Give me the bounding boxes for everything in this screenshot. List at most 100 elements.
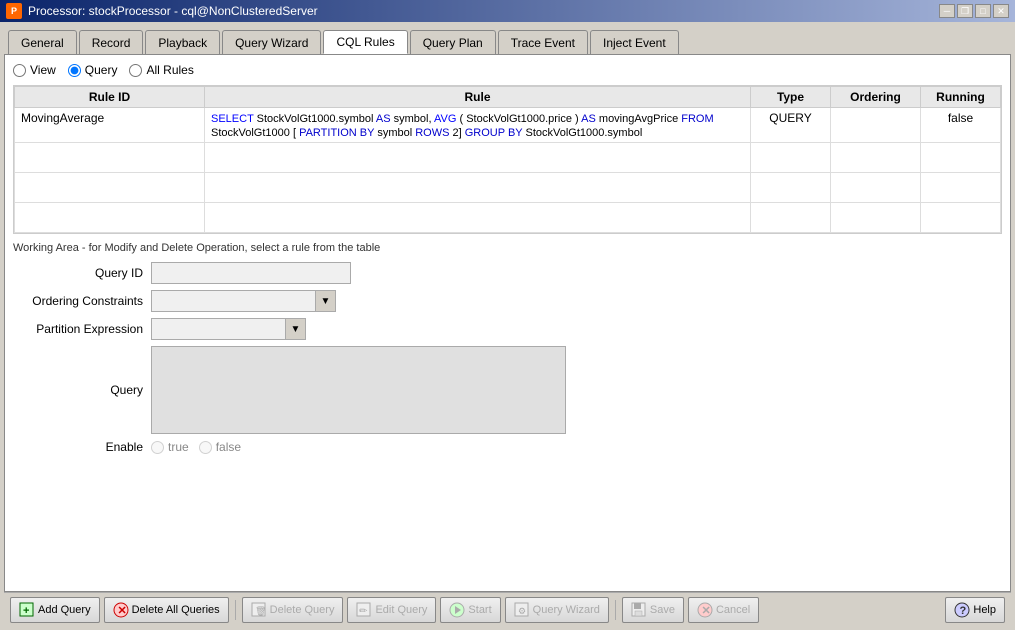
query-wizard-icon: ⚙ (514, 602, 530, 618)
save-icon (631, 602, 647, 618)
start-icon (449, 602, 465, 618)
edit-query-icon: ✏ (356, 602, 372, 618)
form-grid: Query ID Ordering Constraints ▼ Partitio… (13, 262, 1002, 454)
tabs-bar: General Record Playback Query Wizard CQL… (4, 26, 1011, 54)
save-button[interactable]: Save (622, 597, 684, 623)
enable-false-radio[interactable] (199, 441, 212, 454)
start-button[interactable]: Start (440, 597, 500, 623)
radio-view-label: View (30, 63, 56, 77)
ordering-select-wrapper: ▼ (151, 290, 1002, 312)
title-bar: P Processor: stockProcessor - cql@NonClu… (0, 0, 1015, 22)
delete-query-button[interactable]: 🗑 Delete Query (242, 597, 344, 623)
ordering-select[interactable] (151, 290, 316, 312)
radio-query-label: Query (85, 63, 118, 77)
help-icon: ? (954, 602, 970, 618)
svg-text:⚙: ⚙ (518, 606, 526, 616)
help-button[interactable]: ? Help (945, 597, 1005, 623)
enable-false-label[interactable]: false (199, 440, 241, 454)
radio-query[interactable]: Query (68, 63, 118, 77)
svg-text:+: + (23, 605, 29, 617)
tab-record[interactable]: Record (79, 30, 144, 54)
cancel-icon: ✕ (697, 602, 713, 618)
ordering-label: Ordering Constraints (13, 294, 143, 308)
working-area: Working Area - for Modify and Delete Ope… (13, 242, 1002, 583)
enable-true-text: true (168, 440, 189, 454)
separator-2 (615, 600, 616, 620)
rules-table-container: Rule ID Rule Type Ordering Running Movin… (13, 85, 1002, 234)
svg-text:?: ? (960, 605, 967, 617)
col-header-type: Type (751, 87, 831, 108)
separator-1 (235, 600, 236, 620)
partition-label: Partition Expression (13, 322, 143, 336)
save-label: Save (650, 604, 675, 616)
delete-all-queries-button[interactable]: ✕ Delete All Queries (104, 597, 229, 623)
query-textarea[interactable] (151, 346, 566, 434)
cell-rule: SELECT StockVolGt1000.symbol AS symbol, … (205, 108, 751, 143)
edit-query-label: Edit Query (375, 604, 427, 616)
working-area-title: Working Area - for Modify and Delete Ope… (13, 242, 1002, 254)
svg-text:✏: ✏ (359, 606, 368, 617)
minimize-button[interactable]: ─ (939, 4, 955, 18)
partition-select-wrapper: ▼ (151, 318, 1002, 340)
start-label: Start (468, 604, 491, 616)
col-header-rule-id: Rule ID (15, 87, 205, 108)
cell-running: false (921, 108, 1001, 143)
edit-query-button[interactable]: ✏ Edit Query (347, 597, 436, 623)
delete-all-queries-label: Delete All Queries (132, 604, 220, 616)
radio-view[interactable]: View (13, 63, 56, 77)
svg-text:🗑: 🗑 (255, 606, 266, 616)
add-query-button[interactable]: + Add Query (10, 597, 100, 623)
radio-query-input[interactable] (68, 64, 81, 77)
tab-inject-event[interactable]: Inject Event (590, 30, 679, 54)
tab-general[interactable]: General (8, 30, 77, 54)
tab-playback[interactable]: Playback (145, 30, 220, 54)
partition-dropdown-btn[interactable]: ▼ (286, 318, 306, 340)
tab-cql-rules[interactable]: CQL Rules (323, 30, 407, 54)
query-wizard-button[interactable]: ⚙ Query Wizard (505, 597, 609, 623)
add-query-label: Add Query (38, 604, 91, 616)
ordering-dropdown-btn[interactable]: ▼ (316, 290, 336, 312)
cell-type: QUERY (751, 108, 831, 143)
tab-query-plan[interactable]: Query Plan (410, 30, 496, 54)
close-button[interactable]: ✕ (993, 4, 1009, 18)
tab-query-wizard[interactable]: Query Wizard (222, 30, 321, 54)
col-header-running: Running (921, 87, 1001, 108)
radio-all-rules[interactable]: All Rules (129, 63, 193, 77)
cancel-button[interactable]: ✕ Cancel (688, 597, 759, 623)
table-row-empty-3 (15, 203, 1001, 233)
help-label: Help (973, 604, 996, 616)
cell-rule-id: MovingAverage (15, 108, 205, 143)
query-wizard-label: Query Wizard (533, 604, 600, 616)
main-panel: View Query All Rules Rule ID Rule Type O (4, 54, 1011, 592)
app-icon: P (6, 3, 22, 19)
enable-true-label[interactable]: true (151, 440, 189, 454)
query-id-label: Query ID (13, 266, 143, 280)
delete-query-icon: 🗑 (251, 602, 267, 618)
window-controls: ─ ❐ □ ✕ (939, 4, 1009, 18)
enable-false-text: false (216, 440, 241, 454)
radio-view-input[interactable] (13, 64, 26, 77)
enable-label: Enable (13, 440, 143, 454)
table-row-empty-1 (15, 143, 1001, 173)
cell-ordering (831, 108, 921, 143)
table-row[interactable]: MovingAverage SELECT StockVolGt1000.symb… (15, 108, 1001, 143)
add-query-icon: + (19, 602, 35, 618)
enable-row: true false (151, 440, 1002, 454)
footer-bar: + Add Query ✕ Delete All Queries 🗑 Delet… (4, 592, 1011, 626)
svg-text:✕: ✕ (117, 605, 126, 617)
filter-radio-row: View Query All Rules (13, 63, 1002, 77)
query-label: Query (13, 383, 143, 397)
table-row-empty-2 (15, 173, 1001, 203)
cancel-label: Cancel (716, 604, 750, 616)
col-header-ordering: Ordering (831, 87, 921, 108)
tab-trace-event[interactable]: Trace Event (498, 30, 588, 54)
enable-true-radio[interactable] (151, 441, 164, 454)
delete-query-label: Delete Query (270, 604, 335, 616)
partition-select[interactable] (151, 318, 286, 340)
maximize-button[interactable]: □ (975, 4, 991, 18)
query-id-input[interactable] (151, 262, 351, 284)
window-title: Processor: stockProcessor - cql@NonClust… (28, 4, 318, 18)
restore-button[interactable]: ❐ (957, 4, 973, 18)
delete-all-icon: ✕ (113, 602, 129, 618)
radio-all-rules-input[interactable] (129, 64, 142, 77)
